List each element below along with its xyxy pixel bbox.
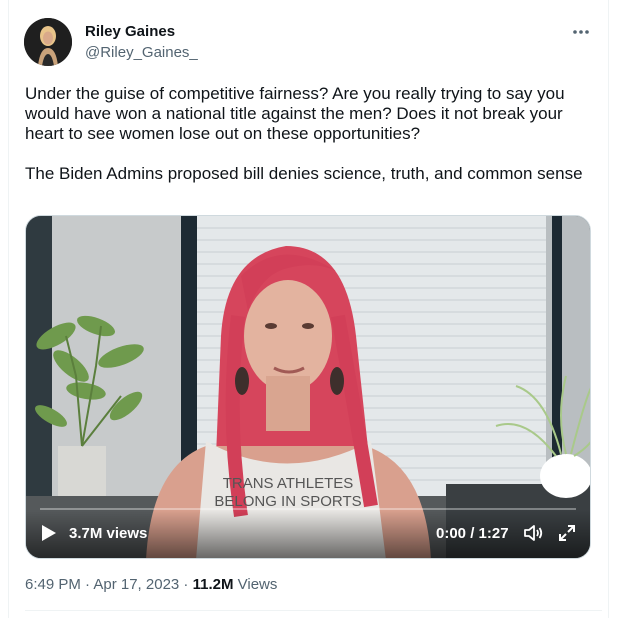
fullscreen-icon [559, 525, 575, 541]
more-horizontal-icon [573, 30, 589, 34]
avatar-image [24, 18, 72, 66]
tweet-text: Under the guise of competitive fairness?… [25, 84, 583, 183]
video-controls: 3.7M views 0:00 / 1:27 [26, 510, 590, 558]
tweet-timestamp[interactable]: 6:49 PM · Apr 17, 2023 · [25, 576, 193, 593]
author-handle[interactable]: @Riley_Gaines_ [85, 44, 198, 61]
tweet-meta: 6:49 PM · Apr 17, 2023 · 11.2M Views [25, 576, 277, 593]
tweet-views-label: Views [233, 576, 278, 593]
fullscreen-button[interactable] [557, 523, 577, 543]
play-button[interactable] [40, 523, 58, 543]
video-player[interactable]: TRANS ATHLETES BELONG IN SPORTS 3.7M vie… [25, 215, 591, 559]
play-icon [42, 525, 56, 541]
volume-icon [524, 525, 543, 541]
avatar[interactable] [24, 18, 72, 66]
author-name[interactable]: Riley Gaines [85, 23, 175, 40]
shirt-text-line-1: TRANS ATHLETES [223, 475, 354, 492]
video-time: 0:00 / 1:27 [436, 525, 509, 542]
more-options-button[interactable] [570, 22, 592, 42]
volume-button[interactable] [522, 523, 544, 543]
video-view-count: 3.7M views [69, 525, 148, 542]
tweet-view-count: 11.2M [192, 576, 234, 593]
divider [25, 610, 602, 611]
